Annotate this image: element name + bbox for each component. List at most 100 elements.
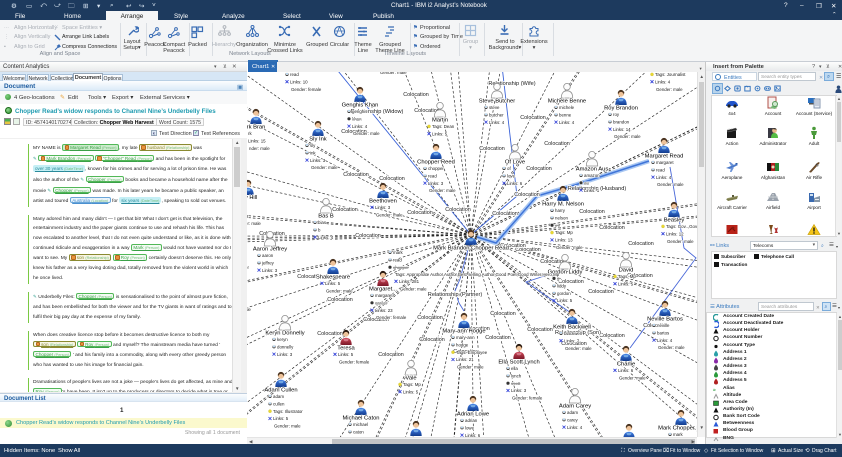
svg-text:read: read: [393, 257, 402, 262]
svg-text:carey: carey: [567, 417, 579, 422]
svg-text:Colocation: Colocation: [599, 333, 624, 339]
svg-text:gordon: gordon: [557, 291, 571, 296]
svg-text:Colocation: Colocation: [479, 146, 504, 152]
svg-text:Charlie: Charlie: [617, 362, 635, 368]
svg-text:sly: sly: [310, 143, 316, 148]
svg-text:au: au: [584, 180, 589, 185]
svg-text:Adrian Lowe: Adrian Lowe: [457, 412, 489, 418]
svg-text:bartos: bartos: [657, 330, 670, 335]
svg-text:Links: 5: Links: 5: [432, 131, 448, 136]
svg-text:Colocation: Colocation: [407, 210, 432, 216]
svg-text:Tags: Gov..,Governor: Tags: Gov..,Governor: [666, 224, 697, 229]
svg-text:keryn: keryn: [277, 337, 288, 342]
svg-text:Colocation: Colocation: [355, 233, 380, 239]
svg-text:read: read: [290, 72, 299, 77]
svg-text:Adam Carey: Adam Carey: [559, 404, 591, 410]
svg-text:roy: roy: [613, 112, 620, 117]
svg-text:Aaron Jeffrey: Aaron Jeffrey: [253, 247, 287, 253]
svg-text:harry: harry: [555, 208, 566, 213]
svg-text:donnelly: donnelly: [277, 344, 294, 349]
svg-text:nder: male: nder: male: [249, 146, 270, 151]
svg-text:Links: 3: Links: 3: [511, 388, 527, 393]
svg-text:rk: rk: [248, 131, 252, 136]
svg-text:Tags: Mp: Tags: Mp: [403, 382, 421, 387]
svg-text:Colocation: Colocation: [588, 289, 613, 295]
svg-text:Gender: male: Gender: male: [400, 286, 427, 291]
svg-text:butcher: butcher: [489, 112, 504, 117]
svg-text:steve: steve: [489, 105, 500, 110]
svg-text:cullen: cullen: [273, 401, 285, 406]
svg-text:bias: bias: [318, 220, 327, 225]
svg-text:Links: 14: Links: 14: [613, 127, 631, 132]
svg-text:of: of: [507, 166, 511, 171]
svg-text:Colocation: Colocation: [343, 172, 368, 178]
svg-text:mark: mark: [393, 250, 404, 255]
svg-text:Links: 6: Links: 6: [618, 368, 634, 373]
svg-text:Gender: male: Gender: male: [311, 165, 338, 170]
svg-text:Chopper Reed: Chopper Reed: [417, 160, 455, 166]
svg-text:Links: 3: Links: 3: [277, 352, 293, 357]
svg-text:mary-ann: mary-ann: [456, 335, 475, 340]
svg-text:Sly Ink: Sly Ink: [309, 137, 326, 143]
svg-text:Links: 12: Links: 12: [666, 231, 684, 236]
svg-text:Colocation: Colocation: [527, 327, 552, 333]
svg-text:neville: neville: [657, 323, 670, 328]
svg-text:Links: 13: Links: 13: [555, 238, 573, 243]
svg-text:Margaret Read: Margaret Read: [645, 154, 684, 160]
svg-text:Gender: male: Gender: male: [556, 245, 583, 250]
svg-text:Mark Brandon Chopper Read: Mark Brandon Chopper Read: [433, 246, 509, 252]
svg-text:Colocation: Colocation: [327, 297, 352, 303]
svg-text:Gender: male: Gender: male: [619, 375, 646, 380]
svg-text:Shakespeare: Shakespeare: [316, 275, 350, 281]
svg-text:Links: 4: Links: 4: [655, 79, 671, 84]
svg-text:Links: 5: Links: 5: [557, 298, 573, 303]
svg-text:Neville Bartos: Neville Bartos: [647, 317, 683, 323]
svg-text:michael: michael: [353, 422, 368, 427]
svg-text:amazon: amazon: [584, 173, 600, 178]
svg-text:Genghis Khan: Genghis Khan: [342, 103, 379, 109]
svg-text:Gender: male: Gender: male: [353, 131, 380, 136]
svg-text:Colocation: Colocation: [492, 211, 517, 217]
svg-text:Gender: male: Gender: male: [565, 346, 592, 351]
svg-text:Links: 4: Links: 4: [352, 124, 368, 129]
svg-text:Links: 3: Links: 3: [310, 158, 326, 163]
svg-text:Colocation: Colocation: [544, 141, 569, 147]
svg-text:Mary-ann Hodge: Mary-ann Hodge: [442, 329, 485, 335]
svg-text:Colocation: Colocation: [317, 331, 342, 337]
svg-text:nelson: nelson: [555, 215, 568, 220]
svg-text:Links: 6: Links: 6: [507, 181, 523, 186]
svg-text:Colocation: Colocation: [379, 176, 404, 182]
svg-text:Gender: male: Gender: male: [274, 424, 301, 429]
svg-text:rk Bran: rk Bran: [247, 125, 265, 131]
svg-text:Colocation: Colocation: [514, 192, 539, 198]
svg-text:Gender: male: Gender: male: [457, 365, 484, 370]
svg-text:adam: adam: [273, 394, 284, 399]
svg-text:er: male: er: male: [247, 221, 261, 226]
svg-text:Michael Caton: Michael Caton: [342, 416, 379, 422]
svg-text:Links: 5: Links: 5: [273, 416, 289, 421]
svg-text:Keith Backwell: Keith Backwell: [553, 325, 591, 331]
svg-text:Colocation: Colocation: [403, 92, 428, 98]
svg-text:Gender: male: Gender: male: [657, 182, 684, 187]
svg-text:khan: khan: [352, 116, 362, 121]
svg-text:ella: ella: [511, 366, 518, 371]
svg-text:Beasley: Beasley: [664, 218, 685, 224]
svg-text:Colocation: Colocation: [628, 241, 653, 247]
svg-text:y Hill: y Hill: [247, 195, 257, 201]
svg-text:michele: michele: [559, 105, 575, 110]
svg-text:Tags: Mp: Tags: Mp: [618, 274, 636, 279]
svg-text:caton: caton: [353, 429, 364, 434]
svg-text:Gender: female: Gender: female: [376, 315, 407, 320]
svg-text:Gender: male: Gender: male: [614, 134, 641, 139]
svg-text:ale: ale: [247, 307, 251, 312]
svg-text:Martin: Martin: [432, 118, 448, 124]
svg-text:career: career: [375, 300, 388, 305]
svg-text:Harry M. Nelson: Harry M. Nelson: [542, 202, 584, 208]
svg-text:Roy Brandon: Roy Brandon: [604, 106, 638, 112]
svg-text:Links: 5: Links: 5: [618, 281, 634, 286]
svg-text:Gender: male: Gender: male: [656, 87, 683, 92]
svg-text:Links: 1: Links: 1: [584, 188, 600, 193]
svg-text:genghis: genghis: [352, 109, 368, 114]
svg-text:Tags: Illustrator: Tags: Illustrator: [273, 409, 303, 414]
svg-text:Links: 3: Links: 3: [428, 181, 444, 186]
